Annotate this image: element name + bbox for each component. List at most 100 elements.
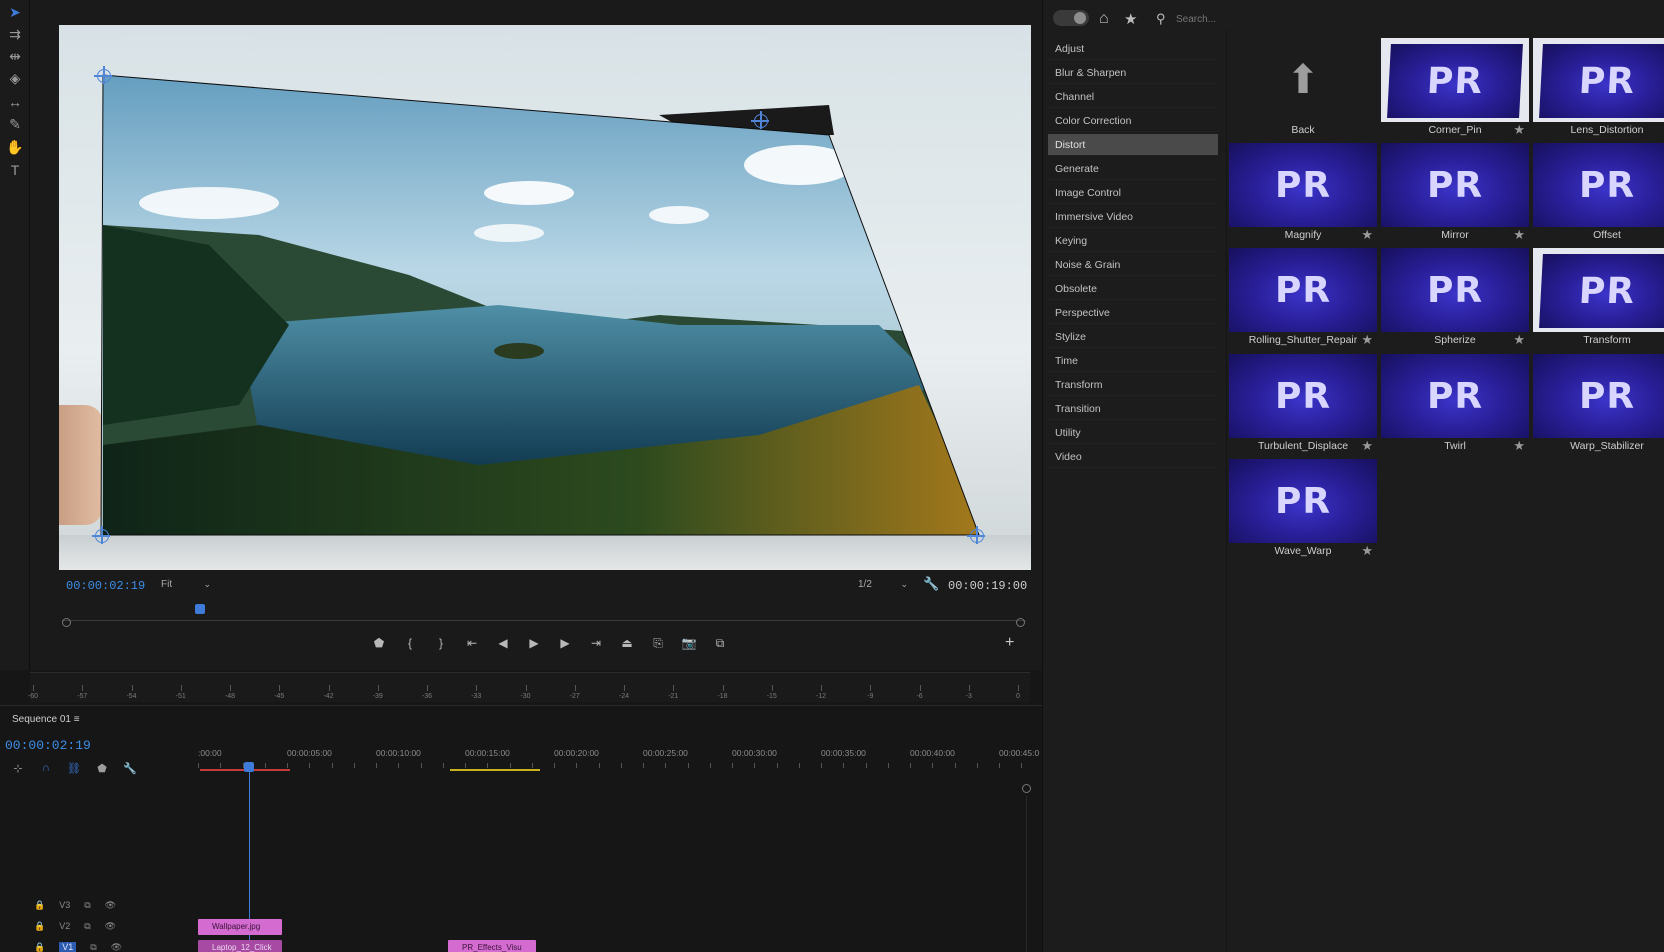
meter-tick <box>1018 685 1019 691</box>
timeline-playhead[interactable] <box>244 762 254 772</box>
favorite-star-icon[interactable]: ★ <box>1513 122 1525 138</box>
corner-pin-handle-top-right[interactable] <box>751 111 769 129</box>
effect-tile[interactable]: PR Corner_Pin ★ <box>1381 38 1529 142</box>
favorite-star-icon[interactable]: ★ <box>1513 332 1525 348</box>
timeline-settings-wrench-icon[interactable]: 🔧 <box>122 761 138 775</box>
ruler-tick <box>1021 763 1023 768</box>
zoom-bar-end-handle[interactable] <box>1016 618 1025 627</box>
corner-pin-handle-top-left[interactable] <box>94 66 112 84</box>
mark-in-icon[interactable]: { <box>401 634 419 652</box>
meter-tick-label: -30 <box>520 693 531 700</box>
lift-icon[interactable]: ⏏ <box>618 634 636 652</box>
go-to-out-icon[interactable]: ⇥ <box>587 634 605 652</box>
sequence-tab[interactable]: Sequence 01 ≡ <box>12 714 80 725</box>
favorite-star-icon[interactable]: ★ <box>1361 438 1373 454</box>
favorite-star-icon[interactable]: ★ <box>1513 227 1525 243</box>
sync-lock-icon[interactable]: ⧉ <box>84 921 90 932</box>
effect-tile[interactable]: ⬆ Back <box>1229 38 1377 142</box>
step-back-icon[interactable]: ◀ <box>494 634 512 652</box>
timeline-clip[interactable]: Laptop_12_Click <box>198 940 282 952</box>
tab-menu-icon[interactable]: ≡ <box>74 714 80 725</box>
track-name[interactable]: V1 <box>59 942 77 952</box>
track-name[interactable]: V3 <box>59 900 70 910</box>
comparison-view-icon[interactable]: ⧉ <box>711 634 729 652</box>
effect-tile[interactable]: PR Rolling_Shutter_Repair ★ <box>1229 248 1377 352</box>
ruler-tick <box>331 763 333 768</box>
favorite-star-icon[interactable]: ★ <box>1361 332 1373 348</box>
timeline-ruler[interactable]: :00:00 00:00:05:00 00:00:10:00 00:00:15:00 0… <box>198 748 1067 778</box>
lock-icon[interactable]: 🔒 <box>34 921 45 932</box>
thumbnail-text: PR <box>1578 164 1636 206</box>
lock-icon[interactable]: 🔒 <box>34 900 45 911</box>
sync-lock-icon[interactable]: ⧉ <box>90 942 96 952</box>
linked-selection-icon[interactable]: ⛓ <box>66 761 82 775</box>
effect-tile[interactable]: PRLens_Distortion★ <box>1533 38 1664 142</box>
mark-out-icon[interactable]: } <box>432 634 450 652</box>
effect-tile[interactable]: PR Mirror ★ <box>1381 143 1529 247</box>
ruler-tick <box>353 763 355 768</box>
effect-tile[interactable]: PROffset★ <box>1533 143 1664 247</box>
effect-tile[interactable]: PR Turbulent_Displace ★ <box>1229 354 1377 458</box>
up-arrow-icon: ⬆ <box>1286 58 1320 102</box>
effect-label: Back <box>1291 124 1315 136</box>
playhead-timecode[interactable]: 00:00:02:19 <box>66 579 145 593</box>
effect-label: Offset <box>1593 229 1621 241</box>
razor-tool-icon[interactable]: ◈ <box>4 68 26 88</box>
settings-wrench-icon[interactable]: 🔧 <box>923 576 939 592</box>
effect-tile[interactable]: PR Wave_Warp ★ <box>1229 459 1377 563</box>
effect-label: Lens_Distortion <box>1570 124 1644 136</box>
favorite-star-icon[interactable]: ★ <box>1513 438 1525 454</box>
meter-tick <box>821 685 822 691</box>
extract-icon[interactable]: ⎘ <box>649 634 667 652</box>
type-tool-icon[interactable]: T <box>4 160 26 180</box>
play-icon[interactable]: ▶ <box>525 634 543 652</box>
eye-icon[interactable]: 👁 <box>105 921 116 932</box>
button-editor-add-icon[interactable]: + <box>1005 634 1014 652</box>
add-marker-icon[interactable]: ⬟ <box>94 761 110 775</box>
timeline-clip[interactable]: PR_Effects_Visu <box>448 940 536 952</box>
effect-tile[interactable]: PR Spherize ★ <box>1381 248 1529 352</box>
meter-tick-label: -36 <box>421 693 433 700</box>
hand-tool-icon[interactable]: ✋ <box>4 137 26 157</box>
thumbnail-text: PR <box>1578 375 1636 417</box>
effect-tile[interactable]: PR Twirl ★ <box>1381 354 1529 458</box>
corner-pinned-image[interactable] <box>59 25 1031 570</box>
timeline-scroll-handle[interactable] <box>1022 784 1031 793</box>
track-select-tool-icon[interactable]: ⇉ <box>4 24 26 44</box>
favorite-star-icon[interactable]: ★ <box>1361 543 1373 559</box>
eye-icon[interactable]: 👁 <box>111 942 122 952</box>
sync-lock-icon[interactable]: ⧉ <box>84 900 90 911</box>
effect-tile[interactable]: PR Magnify ★ <box>1229 143 1377 247</box>
effect-label: Transform <box>1583 334 1631 346</box>
corner-pin-handle-bottom-left[interactable] <box>92 526 110 544</box>
program-viewer[interactable] <box>59 25 1031 570</box>
ruler-tick <box>487 763 489 768</box>
effect-tile[interactable]: PRWarp_Stabilizer★ <box>1533 354 1664 458</box>
selection-tool-icon[interactable]: ➤ <box>4 2 26 22</box>
eye-icon[interactable]: 👁 <box>105 900 116 911</box>
zoom-select[interactable]: Fit ⌄ <box>161 579 213 594</box>
timeline-clip[interactable]: Wallpaper.jpg <box>198 919 282 935</box>
zoom-bar-start-handle[interactable] <box>62 618 71 627</box>
slip-tool-icon[interactable]: ↔ <box>4 92 26 112</box>
lock-icon[interactable]: 🔒 <box>34 942 45 952</box>
pen-tool-icon[interactable]: ✎ <box>4 114 26 134</box>
corner-pin-handle-bottom-right[interactable] <box>967 526 985 544</box>
insert-nest-icon[interactable]: ⊹ <box>10 761 26 775</box>
snap-magnet-icon[interactable]: ∩ <box>38 761 54 775</box>
monitor-time-ruler[interactable] <box>62 605 1026 621</box>
meter-tick-label: -39 <box>372 693 383 700</box>
track-name[interactable]: V2 <box>59 921 70 931</box>
favorite-star-icon[interactable]: ★ <box>1361 227 1373 243</box>
export-frame-icon[interactable]: 📷 <box>680 634 698 652</box>
add-marker-icon[interactable]: ⬟ <box>370 634 388 652</box>
effect-label: Turbulent_Displace <box>1257 440 1349 452</box>
effect-tile[interactable]: PRTransform★ <box>1533 248 1664 352</box>
ripple-edit-tool-icon[interactable]: ⇹ <box>4 46 26 66</box>
sequence-timecode[interactable]: 00:00:02:19 <box>5 738 91 753</box>
resolution-select[interactable]: 1/2 ⌄ <box>858 579 910 594</box>
go-to-in-icon[interactable]: ⇤ <box>463 634 481 652</box>
step-forward-icon[interactable]: ▶ <box>556 634 574 652</box>
monitor-playhead[interactable] <box>195 604 205 614</box>
thumbnail-text: PR <box>1274 269 1332 311</box>
